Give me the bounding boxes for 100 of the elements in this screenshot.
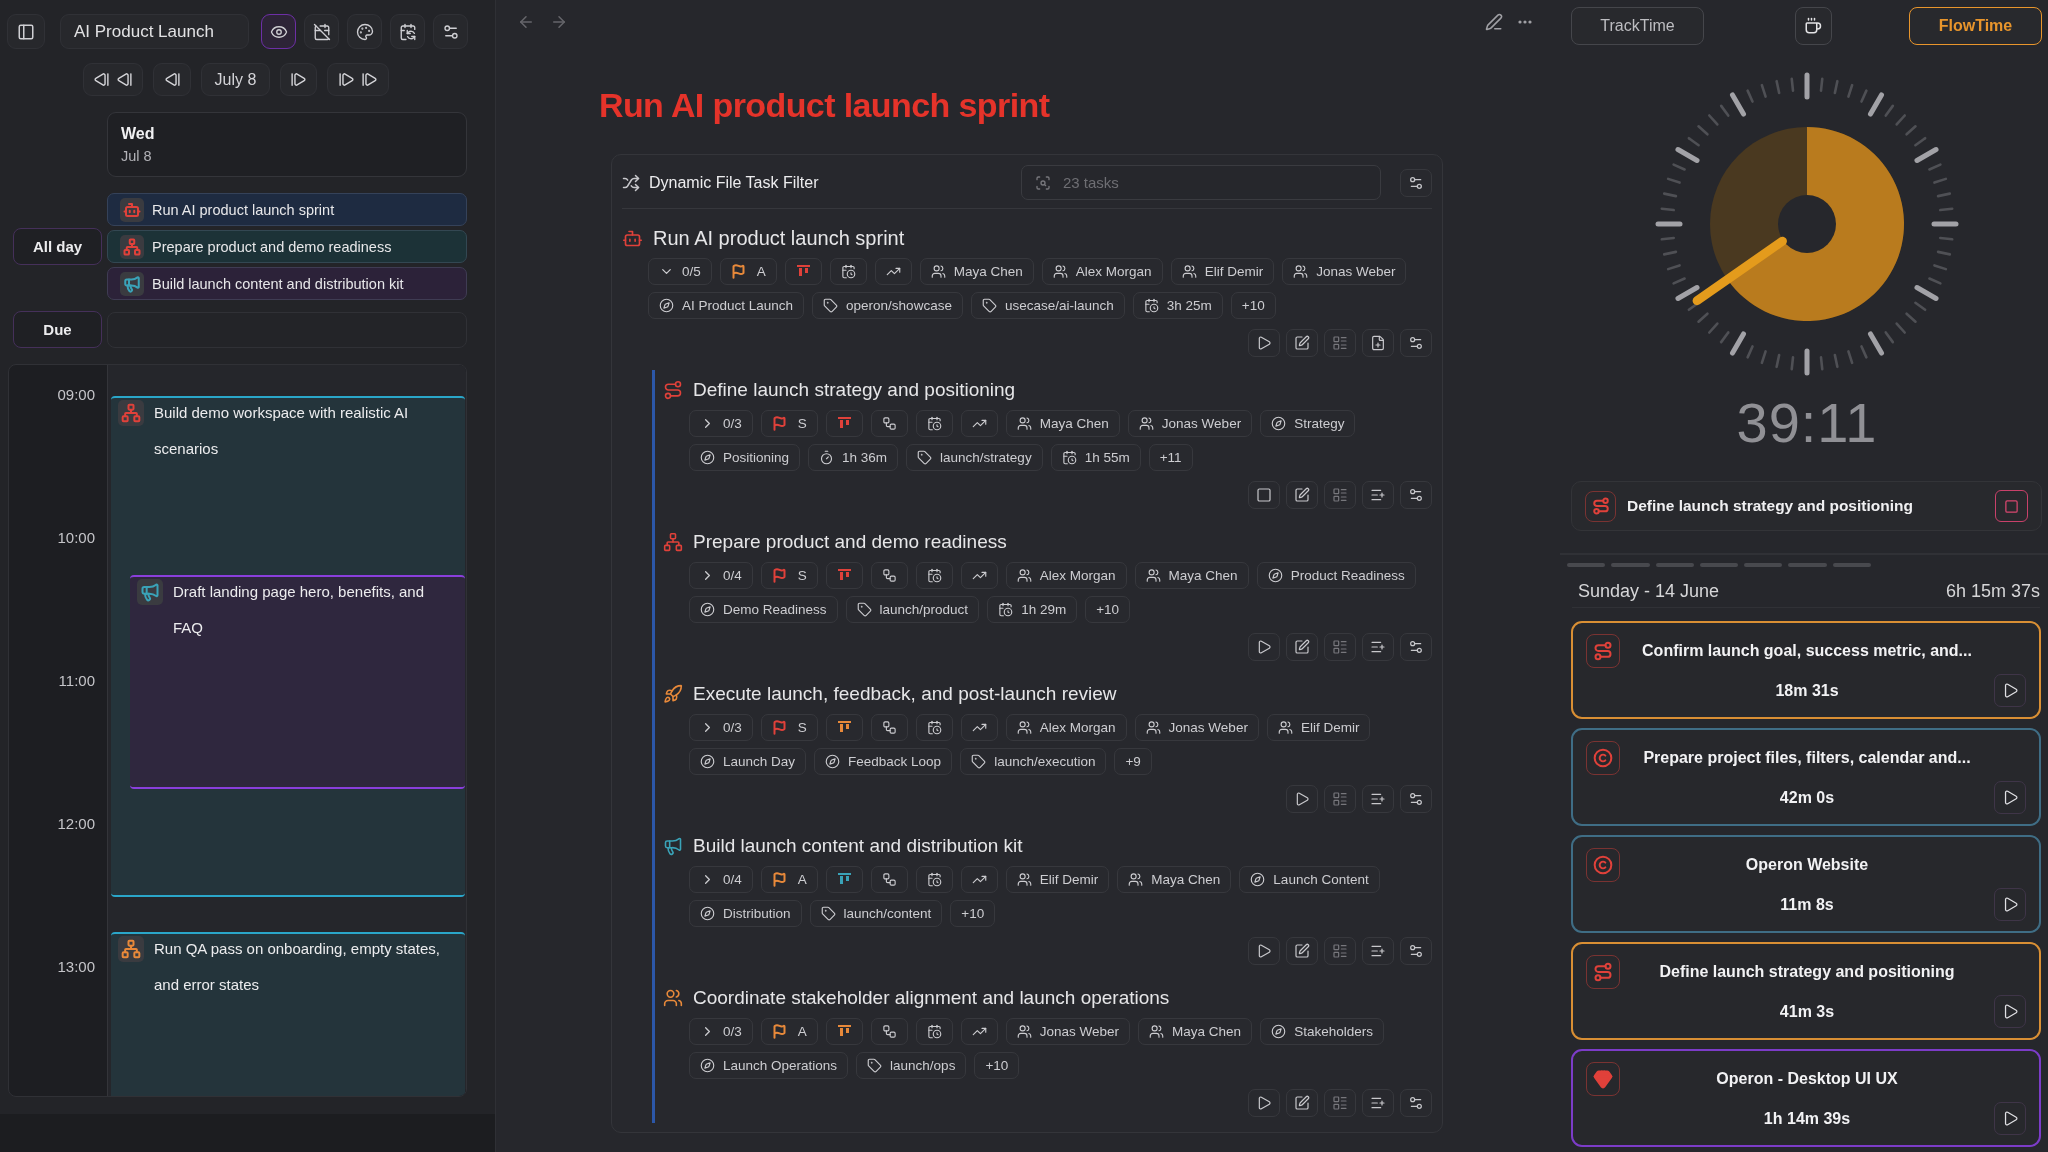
status-chip[interactable] xyxy=(825,866,863,893)
status-chip[interactable] xyxy=(784,258,822,285)
subtask-toggle[interactable]: 0/3 xyxy=(689,714,753,741)
previous-button[interactable] xyxy=(153,63,191,96)
tag-chip[interactable]: launch/strategy xyxy=(906,444,1043,471)
options-button[interactable] xyxy=(1400,1089,1432,1117)
add-list-button[interactable] xyxy=(1362,937,1394,965)
settings-button[interactable] xyxy=(433,14,468,49)
more-chip[interactable]: +10 xyxy=(974,1052,1020,1079)
edit-button[interactable] xyxy=(1286,329,1318,357)
assignee-chip[interactable]: Elif Demir xyxy=(1266,714,1371,741)
options-button[interactable] xyxy=(1400,329,1432,357)
assignee-chip[interactable]: Maya Chen xyxy=(1005,410,1120,437)
jump-back-button[interactable] xyxy=(83,63,143,96)
calendar-off-toggle[interactable] xyxy=(304,14,339,49)
play-button[interactable] xyxy=(1994,995,2026,1028)
estimate-chip[interactable]: 3h 25m xyxy=(1132,292,1223,319)
next-button[interactable] xyxy=(280,63,317,96)
status-chip[interactable] xyxy=(825,562,863,589)
play-button[interactable] xyxy=(1248,1089,1280,1117)
sidebar-toggle[interactable] xyxy=(7,14,45,49)
tag-chip[interactable]: launch/execution xyxy=(960,748,1107,775)
break-button[interactable] xyxy=(1794,7,1832,45)
play-button[interactable] xyxy=(1994,888,2026,921)
priority-chip[interactable]: A xyxy=(760,866,818,893)
schedule-chip[interactable] xyxy=(915,562,953,589)
timer-chip[interactable]: 1h 36m xyxy=(808,444,899,471)
estimate-chip[interactable]: 1h 55m xyxy=(1050,444,1141,471)
project-chip[interactable]: Stakeholders xyxy=(1260,1018,1384,1045)
mode-tab[interactable]: FlowTime xyxy=(1909,7,2042,45)
list-view-button[interactable] xyxy=(1324,937,1356,965)
play-button[interactable] xyxy=(1248,937,1280,965)
project-chip[interactable]: AI Product Launch xyxy=(648,292,805,319)
assignee-chip[interactable]: Maya Chen xyxy=(1117,866,1232,893)
status-chip[interactable] xyxy=(825,1018,863,1045)
list-view-button[interactable] xyxy=(1324,785,1356,813)
more-chip[interactable]: +10 xyxy=(1230,292,1276,319)
calendar-sync-button[interactable] xyxy=(390,14,425,49)
subtask-toggle[interactable]: 0/4 xyxy=(689,866,753,893)
project-chip[interactable]: Product Readiness xyxy=(1256,562,1416,589)
schedule-chip[interactable] xyxy=(829,258,867,285)
play-button[interactable] xyxy=(1994,1102,2026,1135)
edit-button[interactable] xyxy=(1286,481,1318,509)
edit-mode-button[interactable] xyxy=(1485,13,1503,31)
assignee-chip[interactable]: Maya Chen xyxy=(919,258,1034,285)
project-chip[interactable]: Launch Day xyxy=(689,748,807,775)
jump-forward-button[interactable] xyxy=(327,63,389,96)
dependency-chip[interactable] xyxy=(870,714,908,741)
assignee-chip[interactable]: Alex Morgan xyxy=(1005,714,1127,741)
assignee-chip[interactable]: Elif Demir xyxy=(1170,258,1275,285)
trend-chip[interactable] xyxy=(960,562,998,589)
list-view-button[interactable] xyxy=(1324,633,1356,661)
project-chip[interactable]: Demo Readiness xyxy=(689,596,838,623)
project-chip[interactable]: Strategy xyxy=(1260,410,1356,437)
trend-chip[interactable] xyxy=(960,410,998,437)
options-button[interactable] xyxy=(1400,481,1432,509)
date-button[interactable]: July 8 xyxy=(201,63,270,96)
options-button[interactable] xyxy=(1400,785,1432,813)
assignee-chip[interactable]: Alex Morgan xyxy=(1041,258,1163,285)
assignee-chip[interactable]: Maya Chen xyxy=(1138,1018,1253,1045)
add-list-button[interactable] xyxy=(1362,633,1394,661)
eye-toggle[interactable] xyxy=(261,14,296,49)
filter-settings-button[interactable] xyxy=(1400,168,1432,197)
add-list-button[interactable] xyxy=(1362,1089,1394,1117)
list-view-button[interactable] xyxy=(1324,329,1356,357)
trend-chip[interactable] xyxy=(960,866,998,893)
list-view-button[interactable] xyxy=(1324,481,1356,509)
edit-button[interactable] xyxy=(1286,1089,1318,1117)
status-chip[interactable] xyxy=(825,410,863,437)
play-button[interactable] xyxy=(1248,633,1280,661)
trend-chip[interactable] xyxy=(874,258,912,285)
tag-chip[interactable]: launch/product xyxy=(845,596,980,623)
assignee-chip[interactable]: Jonas Weber xyxy=(1134,714,1259,741)
project-chip[interactable]: Launch Operations xyxy=(689,1052,849,1079)
schedule-chip[interactable] xyxy=(915,866,953,893)
project-selector[interactable]: AI Product Launch xyxy=(60,14,249,49)
subtask-toggle[interactable]: 0/5 xyxy=(648,258,712,285)
assignee-chip[interactable]: Jonas Weber xyxy=(1282,258,1407,285)
tag-chip[interactable]: usecase/ai-launch xyxy=(970,292,1125,319)
more-button[interactable] xyxy=(1518,20,1532,24)
subtask-toggle[interactable]: 0/3 xyxy=(689,410,753,437)
options-button[interactable] xyxy=(1400,633,1432,661)
project-chip[interactable]: Distribution xyxy=(689,900,802,927)
tag-chip[interactable]: launch/ops xyxy=(856,1052,967,1079)
subtask-toggle[interactable]: 0/4 xyxy=(689,562,753,589)
dependency-chip[interactable] xyxy=(870,410,908,437)
add-list-button[interactable] xyxy=(1362,481,1394,509)
options-button[interactable] xyxy=(1400,937,1432,965)
edit-button[interactable] xyxy=(1286,633,1318,661)
assignee-chip[interactable]: Jonas Weber xyxy=(1005,1018,1131,1045)
more-chip[interactable]: +10 xyxy=(1085,596,1131,623)
assignee-chip[interactable]: Jonas Weber xyxy=(1127,410,1253,437)
all-day-event[interactable]: Prepare product and demo readiness xyxy=(107,230,467,263)
schedule-chip[interactable] xyxy=(915,714,953,741)
assignee-chip[interactable]: Elif Demir xyxy=(1005,866,1110,893)
trend-chip[interactable] xyxy=(960,1018,998,1045)
add-file-button[interactable] xyxy=(1362,329,1394,357)
dependency-chip[interactable] xyxy=(870,866,908,893)
trend-chip[interactable] xyxy=(960,714,998,741)
play-button[interactable] xyxy=(1994,781,2026,814)
